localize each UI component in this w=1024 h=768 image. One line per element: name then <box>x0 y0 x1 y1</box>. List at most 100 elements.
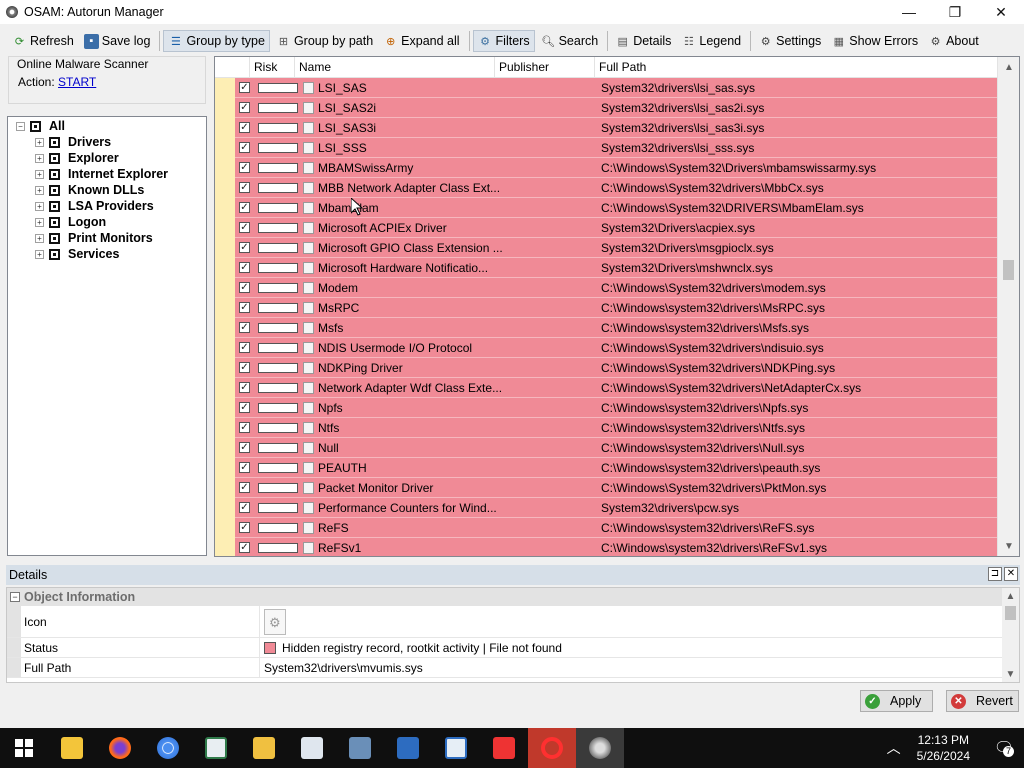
table-row[interactable]: ✓ Microsoft ACPIEx Driver System32\Drivers… <box>235 218 997 238</box>
collapse-icon[interactable]: − <box>16 121 25 131</box>
details-button[interactable]: ▤ Details <box>611 30 675 52</box>
about-button[interactable]: ⚙ About <box>924 30 983 52</box>
refresh-button[interactable]: ⟳ Refresh <box>8 30 78 52</box>
table-row[interactable]: ✓ LSI_SAS3i System32\drivers\lsi_sas3i.sys <box>235 118 997 138</box>
checkbox-partial[interactable] <box>49 152 60 164</box>
apply-button[interactable]: ✓ Apply <box>860 690 933 712</box>
column-header-name[interactable]: Name <box>295 57 495 78</box>
filters-button[interactable]: ⚙ Filters <box>472 30 535 52</box>
revert-button[interactable]: ✕ Revert <box>946 690 1019 712</box>
expand-icon[interactable]: + <box>35 217 44 227</box>
settings-button[interactable]: ⚙ Settings <box>754 30 825 52</box>
table-row[interactable]: ✓ MBAMSwissArmy C:\Windows\System32\Driver… <box>235 158 997 178</box>
table-row[interactable]: ✓ Packet Monitor Driver C:\Windows\System3… <box>235 478 997 498</box>
notification-icon[interactable]: 🗨︎7 <box>984 738 1024 758</box>
row-checkbox[interactable]: ✓ <box>239 202 250 213</box>
row-checkbox[interactable]: ✓ <box>239 362 250 373</box>
table-row[interactable]: ✓ LSI_SSS System32\drivers\lsi_sss.sys <box>235 138 997 158</box>
search-button[interactable]: 🔍︎ Search <box>537 30 603 52</box>
checkbox-partial[interactable] <box>49 248 60 260</box>
table-row[interactable]: ✓ Microsoft GPIO Class Extension ... Syste… <box>235 238 997 258</box>
expand-icon[interactable]: + <box>35 233 44 243</box>
close-button[interactable]: ✕ <box>978 0 1024 24</box>
row-checkbox[interactable]: ✓ <box>239 442 250 453</box>
legend-button[interactable]: ☷ Legend <box>677 30 745 52</box>
tree-item-all[interactable]: − All <box>16 118 65 134</box>
row-checkbox[interactable]: ✓ <box>239 162 250 173</box>
table-row[interactable]: ✓ LSI_SAS2i System32\drivers\lsi_sas2i.sys <box>235 98 997 118</box>
row-checkbox[interactable]: ✓ <box>239 222 250 233</box>
taskbar-wps[interactable] <box>480 728 528 768</box>
property-row-status[interactable]: Status Hidden registry record, rootkit a… <box>7 638 1003 658</box>
property-row-icon[interactable]: Icon <box>7 606 1003 638</box>
row-checkbox[interactable]: ✓ <box>239 422 250 433</box>
tree-item-known-dlls[interactable]: + Known DLLs <box>35 182 144 198</box>
table-row[interactable]: ✓ LSI_SAS System32\drivers\lsi_sas.sys <box>235 78 997 98</box>
tree-item-drivers[interactable]: + Drivers <box>35 134 111 150</box>
table-row[interactable]: ✓ Modem C:\Windows\System32\drivers\modem.… <box>235 278 997 298</box>
row-checkbox[interactable]: ✓ <box>239 142 250 153</box>
column-header-risk[interactable]: Risk <box>250 57 295 78</box>
table-row[interactable]: ✓ Msfs C:\Windows\system32\drivers\Msfs.sy… <box>235 318 997 338</box>
expand-icon[interactable]: + <box>35 249 44 259</box>
table-row[interactable]: ✓ MbamElam C:\Windows\System32\DRIVERS\Mba… <box>235 198 997 218</box>
row-checkbox[interactable]: ✓ <box>239 542 250 553</box>
table-row[interactable]: ✓ NDIS Usermode I/O Protocol C:\Windows\Sy… <box>235 338 997 358</box>
tree-item-explorer[interactable]: + Explorer <box>35 150 119 166</box>
expand-icon[interactable]: + <box>35 169 44 179</box>
scroll-up-icon[interactable]: ▲ <box>998 57 1019 77</box>
scroll-down-icon[interactable]: ▼ <box>1002 666 1019 682</box>
checkbox-partial[interactable] <box>49 200 60 212</box>
expand-icon[interactable]: + <box>35 185 44 195</box>
row-checkbox[interactable]: ✓ <box>239 482 250 493</box>
category-tree[interactable]: − All + Drivers + Explorer + Internet Explo… <box>7 116 207 556</box>
table-row[interactable]: ✓ NDKPing Driver C:\Windows\System32\drive… <box>235 358 997 378</box>
table-row[interactable]: ✓ Microsoft Hardware Notificatio... System… <box>235 258 997 278</box>
table-row[interactable]: ✓ ReFS C:\Windows\system32\drivers\ReFS.sy… <box>235 518 997 538</box>
row-checkbox[interactable]: ✓ <box>239 462 250 473</box>
grid-scrollbar[interactable]: ▲ ▼ <box>997 57 1019 556</box>
checkbox-partial[interactable] <box>49 216 60 228</box>
taskbar-file-explorer[interactable] <box>48 728 96 768</box>
tree-item-internet-explorer[interactable]: + Internet Explorer <box>35 166 168 182</box>
taskbar-opera[interactable] <box>528 728 576 768</box>
property-scrollbar[interactable]: ▲ ▼ <box>1002 588 1019 682</box>
row-checkbox[interactable]: ✓ <box>239 182 250 193</box>
group-by-type-button[interactable]: ☰ Group by type <box>163 30 270 52</box>
row-checkbox[interactable]: ✓ <box>239 82 250 93</box>
tree-item-print-monitors[interactable]: + Print Monitors <box>35 230 153 246</box>
tree-item-lsa-providers[interactable]: + LSA Providers <box>35 198 154 214</box>
row-checkbox[interactable]: ✓ <box>239 342 250 353</box>
start-button[interactable] <box>0 728 48 768</box>
scroll-thumb[interactable] <box>1005 606 1016 620</box>
expand-icon[interactable]: + <box>35 137 44 147</box>
checkbox-partial[interactable] <box>30 120 41 132</box>
property-grid[interactable]: − Object Information Icon Status Hidden … <box>6 587 1020 683</box>
checkbox-partial[interactable] <box>49 136 60 148</box>
table-row[interactable]: ✓ ReFSv1 C:\Windows\system32\drivers\ReFSv… <box>235 538 997 556</box>
maximize-button[interactable]: ❐ <box>932 0 978 24</box>
table-row[interactable]: ✓ Network Adapter Wdf Class Exte... C:\Win… <box>235 378 997 398</box>
autorun-grid[interactable]: Risk Name Publisher Full Path ✓ LSI_SAS Sy… <box>214 56 1020 557</box>
column-header-publisher[interactable]: Publisher <box>495 57 595 78</box>
group-by-path-button[interactable]: ⊞ Group by path <box>272 30 377 52</box>
clock[interactable]: 12:13 PM 5/26/2024 <box>917 732 970 764</box>
property-row-full-path[interactable]: Full Path System32\drivers\mvumis.sys <box>7 658 1003 678</box>
table-row[interactable]: ✓ Npfs C:\Windows\system32\drivers\Npfs.sy… <box>235 398 997 418</box>
row-checkbox[interactable]: ✓ <box>239 102 250 113</box>
table-row[interactable]: ✓ Null C:\Windows\system32\drivers\Null.sy… <box>235 438 997 458</box>
expand-icon[interactable]: + <box>35 201 44 211</box>
checkbox-partial[interactable] <box>49 184 60 196</box>
column-header-check[interactable] <box>215 57 250 78</box>
table-row[interactable]: ✓ PEAUTH C:\Windows\system32\drivers\peaut… <box>235 458 997 478</box>
row-checkbox[interactable]: ✓ <box>239 262 250 273</box>
row-checkbox[interactable]: ✓ <box>239 122 250 133</box>
row-checkbox[interactable]: ✓ <box>239 282 250 293</box>
taskbar-app-9[interactable] <box>432 728 480 768</box>
show-errors-button[interactable]: ▦ Show Errors <box>827 30 922 52</box>
scroll-up-icon[interactable]: ▲ <box>1002 588 1019 604</box>
table-row[interactable]: ✓ Ntfs C:\Windows\system32\drivers\Ntfs.sy… <box>235 418 997 438</box>
row-checkbox[interactable]: ✓ <box>239 402 250 413</box>
taskbar-app-6[interactable] <box>288 728 336 768</box>
taskbar-app-4[interactable] <box>192 728 240 768</box>
